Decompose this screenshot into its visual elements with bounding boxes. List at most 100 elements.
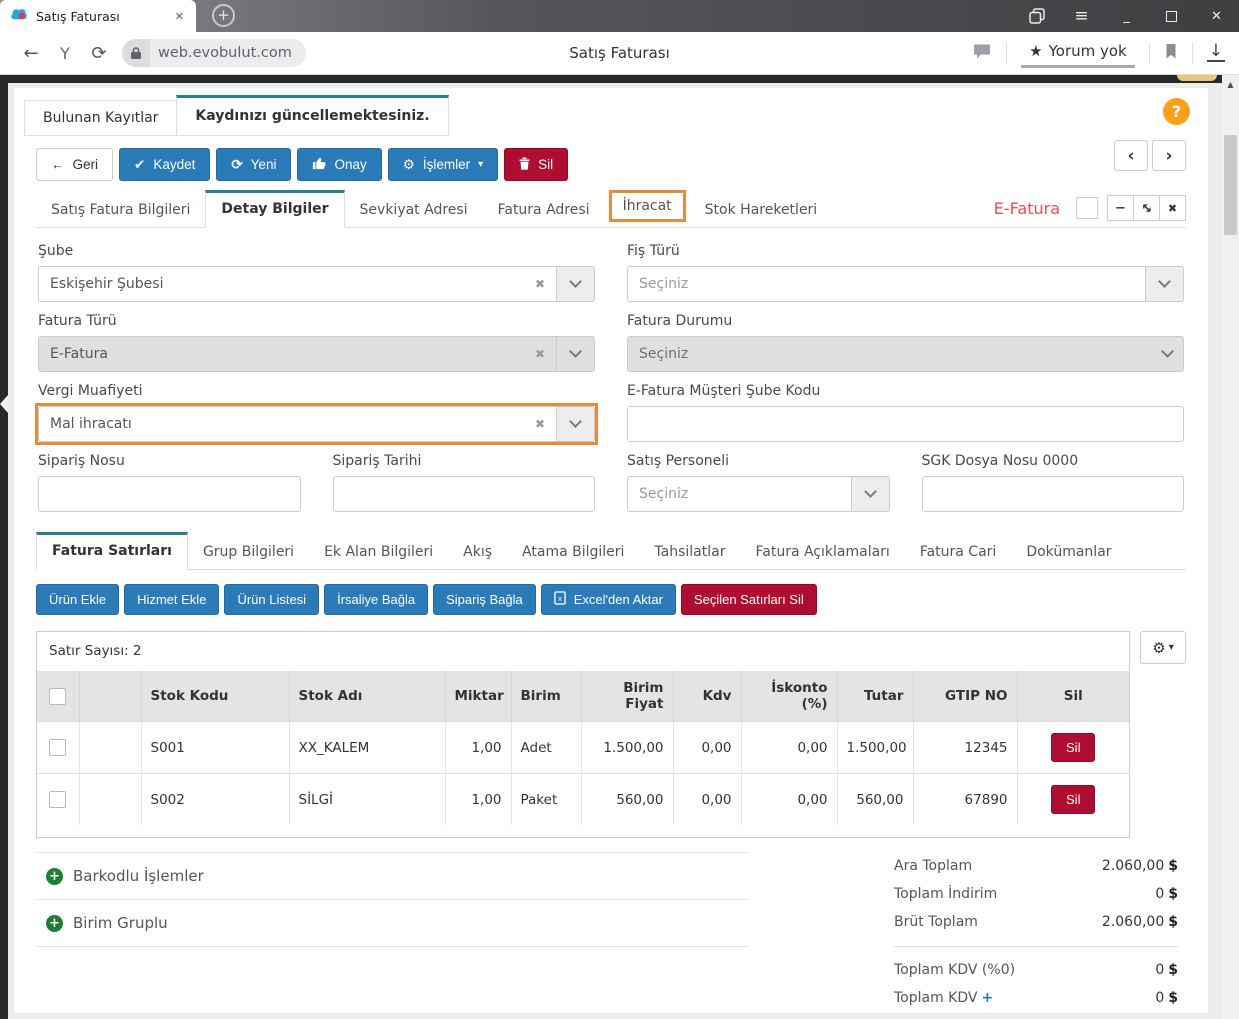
add-product-button[interactable]: Ürün Ekle <box>36 584 119 615</box>
scrollbar-thumb[interactable] <box>1224 135 1237 235</box>
browser-tab[interactable]: Satış Faturası ✕ <box>0 0 196 32</box>
tab-ihracat[interactable]: İhracat <box>609 190 686 222</box>
siparis-tarihi-input[interactable] <box>333 476 596 512</box>
tab-overview-icon[interactable] <box>1014 0 1059 32</box>
operations-button[interactable]: ⚙ İşlemler ▾ <box>388 148 498 181</box>
sgk-dosya-input[interactable] <box>922 476 1185 512</box>
select-all-checkbox[interactable] <box>49 688 66 705</box>
tab-fatura-adresi[interactable]: Fatura Adresi <box>483 193 605 227</box>
window-close-button[interactable]: ✕ <box>1194 0 1239 32</box>
col-stok-kodu: Stok Kodu <box>141 671 289 722</box>
link-dispatch-button[interactable]: İrsaliye Bağla <box>324 584 428 615</box>
tab-sevkiyat-adresi[interactable]: Sevkiyat Adresi <box>345 193 483 227</box>
link-order-button[interactable]: Sipariş Bağla <box>433 584 536 615</box>
menu-icon[interactable]: ≡ <box>1059 0 1104 32</box>
tab-atama-bilgileri[interactable]: Atama Bilgileri <box>507 535 639 569</box>
tab-satis-fatura-bilgileri[interactable]: Satış Fatura Bilgileri <box>36 193 205 227</box>
gear-icon: ⚙ <box>1152 639 1165 657</box>
back-button[interactable]: ← Geri <box>36 148 113 181</box>
tab-fatura-cari[interactable]: Fatura Cari <box>905 535 1012 569</box>
detail-tab-bar: Fatura Satırları Grup Bilgileri Ek Alan … <box>36 532 1186 570</box>
next-record-button[interactable]: › <box>1152 140 1186 171</box>
product-list-button[interactable]: Ürün Listesi <box>224 584 319 615</box>
musteri-sube-kodu-input[interactable] <box>627 406 1184 442</box>
address-bar[interactable]: web.evobulut.com <box>122 39 306 67</box>
refresh-icon[interactable]: ⟳ <box>82 43 116 64</box>
panel-expand-button[interactable]: ↔ <box>1133 195 1160 221</box>
cell-iskonto: 0,00 <box>741 722 837 774</box>
download-icon[interactable]: ↓ <box>1207 44 1225 62</box>
refresh-icon: ⟳ <box>231 157 242 173</box>
tab-fatura-satirlari[interactable]: Fatura Satırları <box>36 532 188 570</box>
row-checkbox[interactable] <box>49 739 66 756</box>
col-kdv: Kdv <box>673 671 741 722</box>
svg-text:x: x <box>558 594 562 603</box>
panel-checkbox[interactable] <box>1076 197 1098 219</box>
back-button-label: Geri <box>73 157 99 172</box>
add-vat-icon[interactable]: + <box>981 990 993 1006</box>
panel-close-button[interactable]: ✖ <box>1159 195 1186 221</box>
satis-personeli-label: Satış Personeli <box>627 453 890 469</box>
new-tab-button[interactable]: + <box>212 4 235 27</box>
vergi-muafiyeti-combobox[interactable]: Mal ihracatı✖ <box>38 406 595 442</box>
bookmark-icon[interactable] <box>1164 43 1178 64</box>
url-text: web.evobulut.com <box>150 45 306 61</box>
save-button[interactable]: ✔ Kaydet <box>119 148 210 181</box>
window-maximize-button[interactable] <box>1149 0 1194 32</box>
row-checkbox[interactable] <box>49 791 66 808</box>
tab-akis[interactable]: Akış <box>448 535 507 569</box>
satis-personeli-dropdown-button[interactable] <box>852 476 890 512</box>
tab-stok-hareketleri[interactable]: Stok Hareketleri <box>690 193 833 227</box>
prev-record-button[interactable]: ‹ <box>1114 140 1148 171</box>
cell-tutar: 1.500,00 <box>837 722 913 774</box>
comment-icon[interactable] <box>972 43 992 64</box>
tab-updating-record[interactable]: Kaydınızı güncellemektesiniz. <box>176 95 448 136</box>
tab-close-icon[interactable]: ✕ <box>171 8 188 25</box>
cell-miktar: 1,00 <box>445 722 511 774</box>
sube-combobox[interactable]: Eskişehir Şubesi✖ <box>38 266 595 302</box>
col-empty <box>79 671 141 722</box>
toolbar-accent <box>1177 75 1217 81</box>
clear-icon[interactable]: ✖ <box>535 277 545 291</box>
table-settings-button[interactable]: ⚙ ▾ <box>1140 631 1186 664</box>
fis-turu-combobox[interactable]: Seçiniz <box>627 266 1184 302</box>
tab-fatura-aciklamalari[interactable]: Fatura Açıklamaları <box>740 535 904 569</box>
satis-personeli-combobox[interactable]: Seçiniz <box>627 476 890 512</box>
sidebar-expand-arrow-icon[interactable] <box>0 395 8 413</box>
delete-button[interactable]: Sil <box>504 148 568 181</box>
clear-icon: ✖ <box>535 347 545 361</box>
row-delete-button[interactable]: Sil <box>1051 785 1095 814</box>
unit-group-expander[interactable]: + Birim Gruplu <box>36 899 749 947</box>
scroll-up-icon[interactable]: ▲ <box>1222 75 1239 93</box>
tab-dokumanlar[interactable]: Dokümanlar <box>1011 535 1126 569</box>
row-delete-button[interactable]: Sil <box>1051 733 1095 762</box>
tab-found-records[interactable]: Bulunan Kayıtlar <box>24 100 177 136</box>
add-service-button[interactable]: Hizmet Ekle <box>124 584 219 615</box>
barcode-operations-expander[interactable]: + Barkodlu İşlemler <box>36 852 749 899</box>
tab-grup-bilgileri[interactable]: Grup Bilgileri <box>188 535 309 569</box>
sidebar-collapsed-rail[interactable] <box>0 83 8 1019</box>
scrollbar[interactable]: ▲ <box>1222 75 1239 1019</box>
fis-turu-value: Seçiniz <box>639 276 1134 292</box>
tab-tahsilatlar[interactable]: Tahsilatlar <box>639 535 740 569</box>
forward-icon[interactable]: Y <box>48 44 82 63</box>
delete-selected-rows-button[interactable]: Seçilen Satırları Sil <box>681 584 817 615</box>
tab-detay-bilgiler[interactable]: Detay Bilgiler <box>205 190 344 228</box>
window-minimize-button[interactable]: _ <box>1104 0 1149 32</box>
divider <box>1149 42 1150 64</box>
excel-import-button[interactable]: x Excel'den Aktar <box>541 584 676 615</box>
line-actions-toolbar: Ürün Ekle Hizmet Ekle Ürün Listesi İrsal… <box>36 584 1186 615</box>
comments-button[interactable]: ★ Yorum yok <box>1021 38 1135 68</box>
back-icon[interactable]: ← <box>14 43 48 64</box>
siparis-nosu-input[interactable] <box>38 476 301 512</box>
fis-turu-dropdown-button[interactable] <box>1146 266 1184 302</box>
tab-ek-alan-bilgileri[interactable]: Ek Alan Bilgileri <box>309 535 448 569</box>
help-button[interactable]: ? <box>1163 98 1190 125</box>
vergi-muafiyeti-dropdown-button[interactable] <box>557 406 595 442</box>
clear-icon[interactable]: ✖ <box>535 417 545 431</box>
cell-birim-fiyat: 560,00 <box>581 774 673 826</box>
sube-dropdown-button[interactable] <box>557 266 595 302</box>
new-button[interactable]: ⟳ Yeni <box>216 148 291 181</box>
approve-button[interactable]: Onay <box>297 148 381 181</box>
panel-minimize-button[interactable]: − <box>1107 195 1134 221</box>
